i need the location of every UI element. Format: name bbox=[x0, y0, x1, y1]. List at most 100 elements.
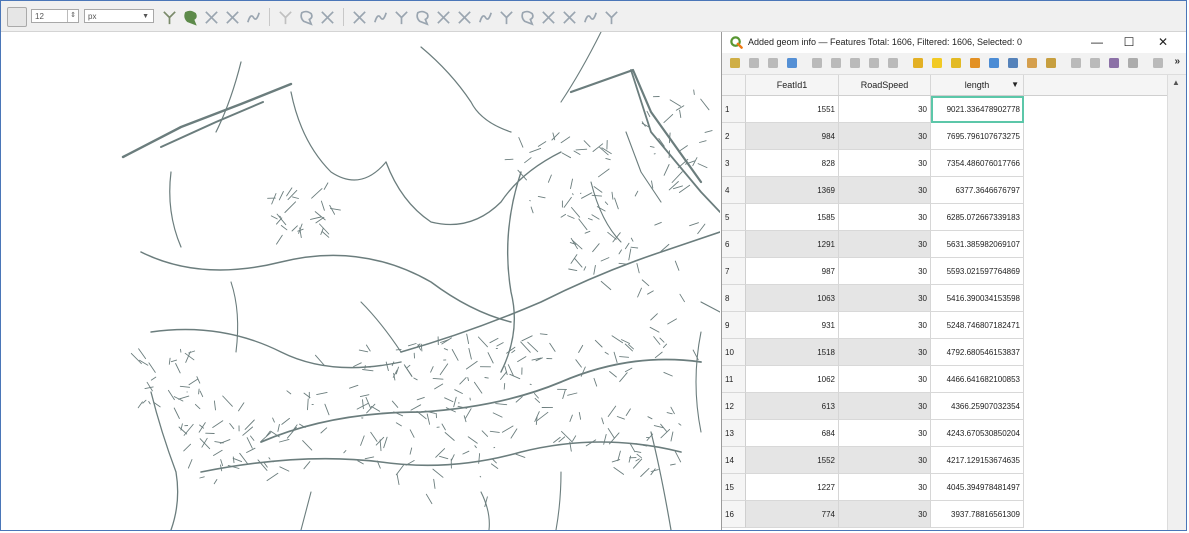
cell-roadspeed[interactable]: 30 bbox=[839, 339, 931, 366]
table-row[interactable]: 5 1585 30 6285.072667339183 bbox=[722, 204, 1024, 231]
table-row[interactable]: 6 1291 30 5631.385982069107 bbox=[722, 231, 1024, 258]
merge-attributes-icon[interactable] bbox=[561, 9, 578, 26]
delete-ring-icon[interactable] bbox=[414, 9, 431, 26]
dock-icon[interactable] bbox=[1151, 56, 1165, 70]
fill-ring-icon[interactable] bbox=[393, 9, 410, 26]
toolbar-overflow-icon[interactable]: » bbox=[1174, 56, 1180, 67]
invert-selection-icon[interactable] bbox=[949, 56, 963, 70]
minimize-button[interactable]: — bbox=[1086, 34, 1108, 50]
row-number[interactable]: 5 bbox=[722, 204, 746, 231]
cell-length[interactable]: 4243.670530850204 bbox=[931, 420, 1024, 447]
split-parts-icon[interactable] bbox=[519, 9, 536, 26]
expression-select-icon[interactable] bbox=[911, 56, 925, 70]
row-number[interactable]: 1 bbox=[722, 96, 746, 123]
add-feature-icon[interactable] bbox=[810, 56, 824, 70]
cell-roadspeed[interactable]: 30 bbox=[839, 96, 931, 123]
row-number[interactable]: 11 bbox=[722, 366, 746, 393]
table-row[interactable]: 15 1227 30 4045.394978481497 bbox=[722, 474, 1024, 501]
cell-roadspeed[interactable]: 30 bbox=[839, 474, 931, 501]
table-row[interactable]: 1 1551 30 9021.336478902778 bbox=[722, 96, 1024, 123]
cell-featid[interactable]: 984 bbox=[746, 123, 839, 150]
cell-roadspeed[interactable]: 30 bbox=[839, 420, 931, 447]
cut-icon[interactable] bbox=[848, 56, 862, 70]
simplify-icon[interactable] bbox=[319, 9, 336, 26]
cell-length[interactable]: 4217.129153674635 bbox=[931, 447, 1024, 474]
merge-features-icon[interactable] bbox=[540, 9, 557, 26]
cell-roadspeed[interactable]: 30 bbox=[839, 150, 931, 177]
table-row[interactable]: 2 984 30 7695.796107673275 bbox=[722, 123, 1024, 150]
table-row[interactable]: 11 1062 30 4466.641682100853 bbox=[722, 366, 1024, 393]
cell-featid[interactable]: 774 bbox=[746, 501, 839, 528]
table-row[interactable]: 4 1369 30 6377.3646676797 bbox=[722, 177, 1024, 204]
multi-edit-icon[interactable] bbox=[747, 56, 761, 70]
row-number[interactable]: 16 bbox=[722, 501, 746, 528]
map-canvas[interactable] bbox=[1, 32, 720, 530]
cell-length[interactable]: 4045.394978481497 bbox=[931, 474, 1024, 501]
cell-roadspeed[interactable]: 30 bbox=[839, 204, 931, 231]
add-ring-icon[interactable] bbox=[351, 9, 368, 26]
cell-length[interactable]: 5248.746807182471 bbox=[931, 312, 1024, 339]
copy-rows-icon[interactable] bbox=[1069, 56, 1083, 70]
cell-featid[interactable]: 1291 bbox=[746, 231, 839, 258]
select-feature-icon[interactable] bbox=[161, 9, 178, 26]
cell-featid[interactable]: 931 bbox=[746, 312, 839, 339]
cell-roadspeed[interactable]: 30 bbox=[839, 177, 931, 204]
zoom-to-selected-icon[interactable] bbox=[1044, 56, 1058, 70]
row-number[interactable]: 3 bbox=[722, 150, 746, 177]
row-number[interactable]: 7 bbox=[722, 258, 746, 285]
cell-length[interactable]: 5416.390034153598 bbox=[931, 285, 1024, 312]
cell-featid[interactable]: 1062 bbox=[746, 366, 839, 393]
digitize-icon[interactable] bbox=[182, 9, 199, 26]
scroll-up-icon[interactable]: ▲ bbox=[1172, 78, 1180, 87]
cell-length[interactable]: 3937.78816561309 bbox=[931, 501, 1024, 528]
close-button[interactable]: ✕ bbox=[1152, 34, 1174, 50]
cell-featid[interactable]: 613 bbox=[746, 393, 839, 420]
delete-part-icon[interactable] bbox=[435, 9, 452, 26]
pan-to-selected-icon[interactable] bbox=[1025, 56, 1039, 70]
column-header-featid[interactable]: FeatId1 bbox=[746, 75, 839, 95]
table-row[interactable]: 3 828 30 7354.486076017766 bbox=[722, 150, 1024, 177]
reload-icon[interactable] bbox=[785, 56, 799, 70]
reshape-icon[interactable] bbox=[245, 9, 262, 26]
offset-curve-icon[interactable] bbox=[477, 9, 494, 26]
row-number[interactable]: 10 bbox=[722, 339, 746, 366]
row-number[interactable]: 6 bbox=[722, 231, 746, 258]
field-calc-icon[interactable] bbox=[1107, 56, 1121, 70]
cell-length[interactable]: 6377.3646676797 bbox=[931, 177, 1024, 204]
cell-featid[interactable]: 1518 bbox=[746, 339, 839, 366]
cell-roadspeed[interactable]: 30 bbox=[839, 366, 931, 393]
edit-pencil-icon[interactable] bbox=[728, 56, 742, 70]
cell-featid[interactable]: 1585 bbox=[746, 204, 839, 231]
filter-icon[interactable] bbox=[987, 56, 1001, 70]
cell-featid[interactable]: 1552 bbox=[746, 447, 839, 474]
table-row[interactable]: 8 1063 30 5416.390034153598 bbox=[722, 285, 1024, 312]
paste-icon[interactable] bbox=[886, 56, 900, 70]
cell-featid[interactable]: 1551 bbox=[746, 96, 839, 123]
row-number[interactable]: 12 bbox=[722, 393, 746, 420]
cell-roadspeed[interactable]: 30 bbox=[839, 447, 931, 474]
cell-length[interactable]: 6285.072667339183 bbox=[931, 204, 1024, 231]
size-spinbox[interactable]: 12 ⇕ bbox=[31, 9, 79, 23]
cell-length[interactable]: 4466.641682100853 bbox=[931, 366, 1024, 393]
row-number[interactable]: 13 bbox=[722, 420, 746, 447]
table-row[interactable]: 10 1518 30 4792.680546153837 bbox=[722, 339, 1024, 366]
cell-featid[interactable]: 987 bbox=[746, 258, 839, 285]
cell-featid[interactable]: 1369 bbox=[746, 177, 839, 204]
cell-featid[interactable]: 1063 bbox=[746, 285, 839, 312]
delete-feature-icon[interactable] bbox=[829, 56, 843, 70]
cell-length[interactable]: 7354.486076017766 bbox=[931, 150, 1024, 177]
cell-roadspeed[interactable]: 30 bbox=[839, 501, 931, 528]
reshape-features-icon[interactable] bbox=[456, 9, 473, 26]
cell-length[interactable]: 7695.796107673275 bbox=[931, 123, 1024, 150]
column-header-roadspeed[interactable]: RoadSpeed bbox=[839, 75, 931, 95]
rotate-icon[interactable] bbox=[298, 9, 315, 26]
row-number[interactable]: 2 bbox=[722, 123, 746, 150]
row-number[interactable]: 8 bbox=[722, 285, 746, 312]
rotate-point-icon[interactable] bbox=[582, 9, 599, 26]
toolbar-handle-icon[interactable] bbox=[7, 7, 27, 27]
maximize-button[interactable]: ☐ bbox=[1118, 34, 1140, 50]
row-number[interactable]: 14 bbox=[722, 447, 746, 474]
table-row[interactable]: 12 613 30 4366.25907032354 bbox=[722, 393, 1024, 420]
table-row[interactable]: 13 684 30 4243.670530850204 bbox=[722, 420, 1024, 447]
cell-roadspeed[interactable]: 30 bbox=[839, 393, 931, 420]
